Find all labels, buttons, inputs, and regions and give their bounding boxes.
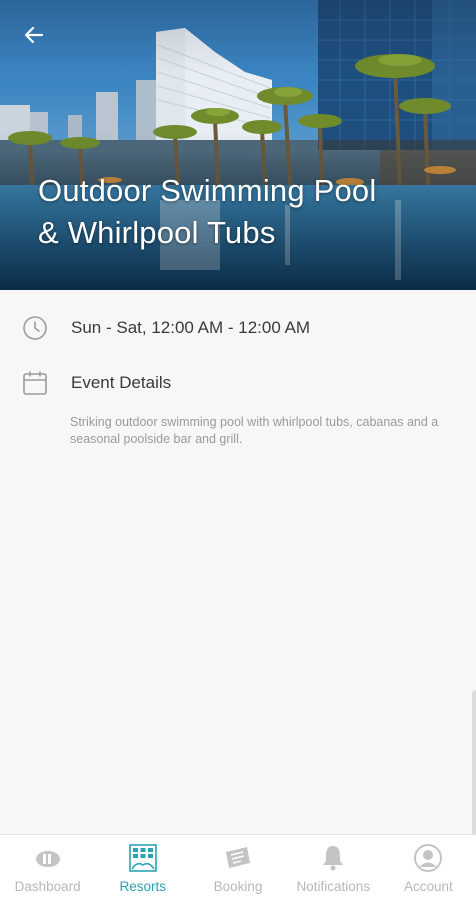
clock-icon (23, 316, 47, 340)
bell-icon (323, 846, 344, 871)
nav-booking[interactable]: Booking (190, 835, 285, 900)
nav-resorts[interactable]: Resorts (95, 835, 190, 900)
nav-dashboard-label: Dashboard (14, 879, 81, 894)
resorts-icon (128, 844, 157, 872)
booking-icon (226, 847, 250, 868)
nav-notifications-label: Notifications (296, 879, 370, 894)
nav-account[interactable]: Account (381, 835, 476, 900)
dashboard-icon (35, 851, 60, 867)
title-line-1: Outdoor Swimming Pool (38, 173, 377, 208)
nav-notifications[interactable]: Notifications (286, 835, 381, 900)
nav-booking-label: Booking (213, 879, 263, 894)
nav-dashboard[interactable]: Dashboard (0, 835, 95, 900)
back-button[interactable] (14, 18, 54, 52)
event-description: Striking outdoor swimming pool with whir… (70, 415, 439, 446)
hours-text: Sun - Sat, 12:00 AM - 12:00 AM (71, 318, 311, 337)
nav-account-label: Account (404, 879, 453, 894)
account-icon (414, 844, 443, 872)
bottom-navigation: Dashboard Resorts Booking Notifications … (0, 834, 476, 900)
nav-resorts-label: Resorts (119, 879, 167, 894)
calendar-icon (23, 371, 47, 395)
event-details-heading: Event Details (71, 373, 172, 392)
event-content: Sun - Sat, 12:00 AM - 12:00 AM Event Det… (0, 290, 476, 880)
details-row: Event Details (0, 369, 476, 397)
page-title: Outdoor Swimming Pool & Whirlpool Tubs (38, 170, 458, 254)
back-arrow-icon (24, 26, 44, 44)
hero-image: Outdoor Swimming Pool & Whirlpool Tubs (0, 0, 476, 290)
title-line-2: & Whirlpool Tubs (38, 215, 276, 250)
hours-row: Sun - Sat, 12:00 AM - 12:00 AM (0, 315, 476, 341)
